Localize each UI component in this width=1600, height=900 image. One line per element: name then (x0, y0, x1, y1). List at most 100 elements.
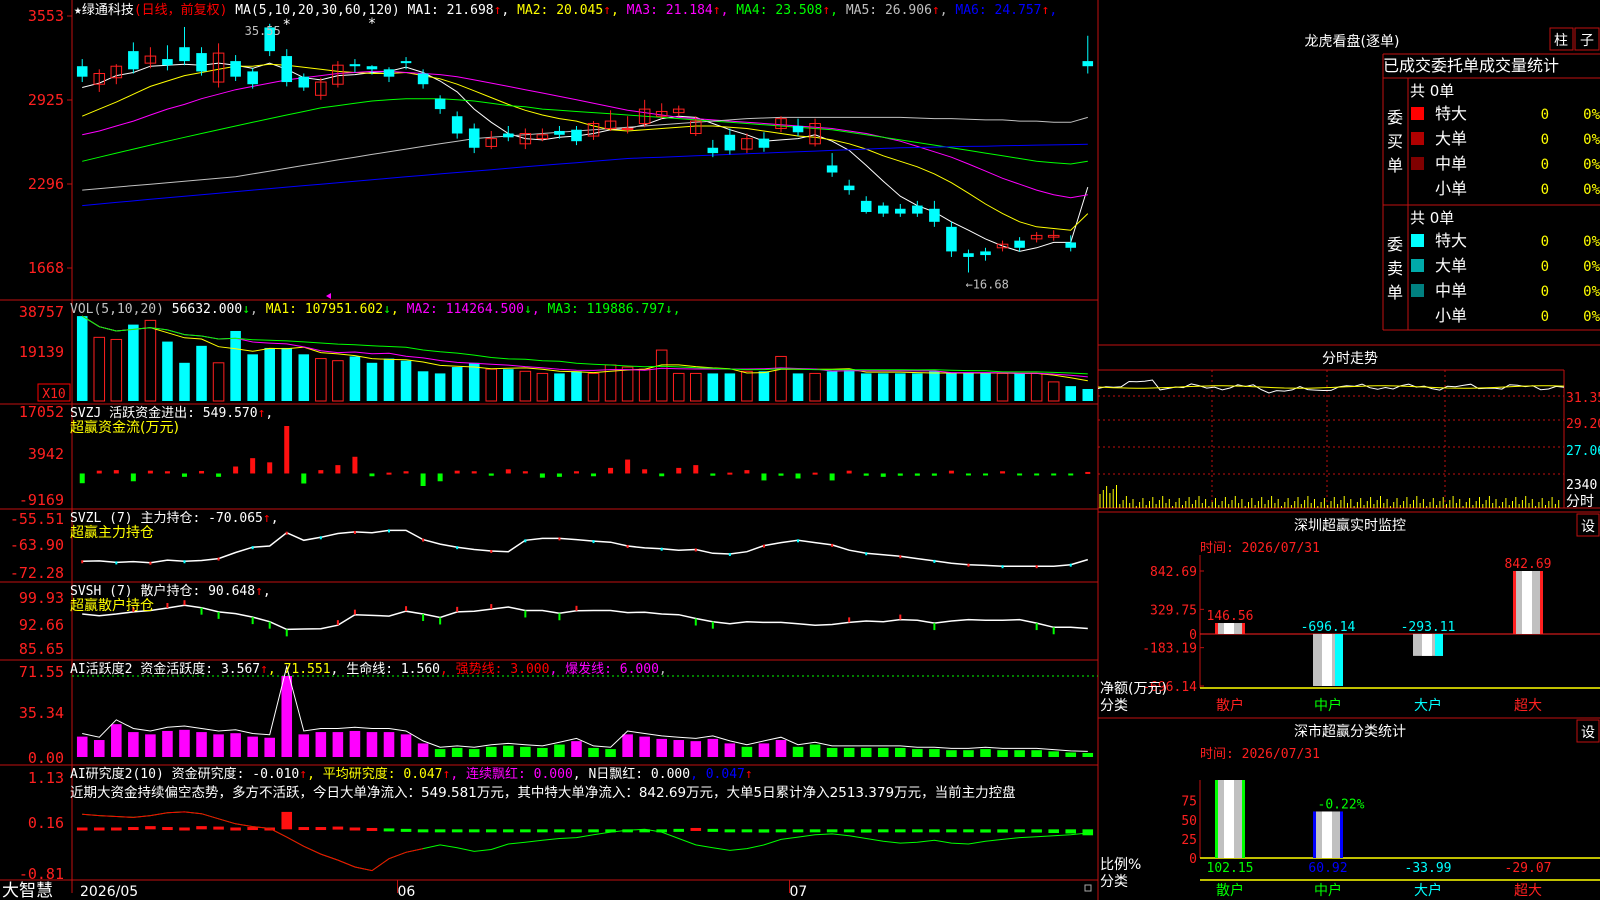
svzl-y-tick-label: -72.28 (10, 564, 64, 582)
longhu-row-name: 小单 (1435, 306, 1467, 325)
ai1-bar (93, 740, 105, 757)
svzl-marker (762, 544, 765, 548)
volume-bar (503, 369, 514, 401)
svzj-bar (267, 462, 273, 474)
longhu-sell-label: 单 (1387, 283, 1403, 302)
label-segment: ↑ (822, 3, 830, 18)
sz-monitor-settings-label: 设 (1581, 519, 1595, 535)
sz-class-bar-highlight (1224, 780, 1234, 858)
candle-body (76, 66, 88, 77)
label-segment: AI活跃度2 资金活跃度: 3.567 (70, 661, 260, 677)
ai2-bar (485, 829, 497, 833)
ai2-bar (929, 829, 940, 833)
candle-body (963, 253, 974, 257)
svzj-bar (386, 472, 392, 475)
x-axis-label: 06 (398, 884, 416, 900)
svzl-marker (1035, 565, 1038, 569)
volume-bar (792, 373, 804, 401)
ai2-bar (281, 811, 293, 830)
ai2-bar (315, 827, 327, 831)
ai2-bar (673, 828, 685, 832)
candle-body (929, 208, 940, 222)
svzj-bar (437, 473, 443, 482)
vol-unit-label: X10 (42, 387, 65, 402)
svzl-marker (831, 543, 834, 547)
ai1-y-tick-label: 71.55 (19, 663, 64, 681)
candle-body (179, 47, 190, 62)
longhu-row-pct: 0% (1583, 259, 1600, 275)
ai2-bar (400, 828, 412, 832)
svzl-marker (626, 545, 629, 549)
ai1-bar (503, 745, 514, 757)
sz-class-date: 时间: 2026/07/31 (1200, 747, 1320, 762)
candle-body (554, 130, 565, 135)
svzj-bar (880, 473, 886, 477)
ai2-bar (724, 829, 736, 833)
longhu-row-count: 0 (1541, 309, 1549, 325)
sz-monitor-value-label: 146.56 (1207, 609, 1254, 624)
ai1-bar (434, 749, 446, 757)
stock-chart-canvas[interactable]: 355329252296166835.55←16.68* *★绿通科技(日线，前复… (0, 0, 1600, 900)
svzj-bar (471, 471, 477, 474)
longhu-swatch (1411, 284, 1424, 297)
ai1-bar (349, 730, 361, 757)
candle-body (400, 61, 412, 64)
volume-bar (895, 373, 906, 401)
ai2-bar (451, 829, 463, 833)
ai2-bar (571, 829, 582, 833)
svzj-bar (216, 473, 222, 477)
svzj-bar (761, 473, 767, 481)
x-axis-label: 2026/05 (80, 884, 138, 900)
sz-class-category: 大户 (1414, 882, 1442, 899)
vol-y-tick-label: 38757 (19, 303, 64, 321)
ai1-bar (997, 750, 1008, 757)
svzl-marker (149, 561, 152, 565)
label-segment: ↑ (713, 3, 721, 18)
ai1-bar (366, 732, 378, 757)
svzj-bar (642, 469, 648, 474)
ai1-bar (639, 736, 650, 757)
volume-bar (980, 373, 991, 401)
volume-bar (162, 341, 173, 401)
ai1-bar (656, 738, 667, 757)
label-segment: ↑ (932, 3, 940, 18)
sz-monitor-bar-highlight (1422, 633, 1432, 656)
svzj-bar (812, 472, 818, 475)
ai1-bar (485, 746, 497, 757)
candle-body (247, 71, 258, 85)
longhu-row-name: 大单 (1435, 256, 1467, 275)
svzl-marker (899, 555, 902, 559)
svzj-bar (948, 470, 954, 474)
svzj-bar (250, 458, 256, 474)
svzl-marker (456, 546, 459, 550)
price-high-annotation: 35.55 (245, 24, 281, 38)
svzl-y-tick-label: -63.90 (10, 536, 64, 554)
ai1-bar (264, 737, 275, 757)
label-segment: ↑ (255, 584, 263, 599)
ai1-bar (162, 730, 173, 757)
svzj-bar (591, 473, 597, 477)
svsh-y-tick-label: 99.93 (19, 589, 64, 607)
sz-monitor-date: 时间: 2026/07/31 (1200, 541, 1320, 556)
svzl-marker (933, 559, 936, 563)
volume-bar (571, 371, 582, 401)
star-marker: * (368, 16, 376, 32)
ai1-bar (946, 750, 957, 757)
ai1-bar (247, 736, 258, 757)
label-segment: , 平均研究度: 0.047 (307, 766, 442, 782)
svzj-header: SVZJ 活跃资金进出: 549.570↑, (70, 405, 273, 421)
ai2-comment: 近期大资金持续偏空态势，多方不活跃，今日大单净流入：549.581万元，其中特大… (70, 784, 1016, 801)
ai1-bar (605, 749, 616, 757)
ai2-y-tick-label: 0.16 (28, 814, 64, 832)
label-segment: AI研究度2(10) 资金研究度: -0.010 (70, 766, 299, 782)
svzj-subtitle: 超赢资金流(万元) (70, 419, 179, 436)
label-segment: , (391, 302, 407, 317)
svzj-bar (335, 465, 341, 474)
sz-monitor-y-tick: 329.75 (1150, 603, 1197, 618)
svzj-bar (147, 470, 153, 474)
fenshi-title: 分时走势 (1322, 351, 1378, 367)
svzl-marker (183, 560, 186, 564)
sz-class-value-label: -29.07 (1505, 861, 1552, 876)
longhu-sell-label: 卖 (1387, 259, 1403, 278)
svzj-y-tick-label: -9169 (19, 491, 64, 509)
